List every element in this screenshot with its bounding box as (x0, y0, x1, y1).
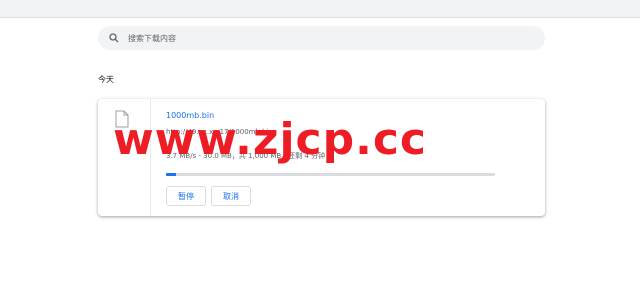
download-progress-fill (166, 173, 176, 176)
cancel-button[interactable]: 取消 (211, 186, 251, 206)
date-section-title: 今天 (98, 75, 114, 84)
search-bar[interactable]: 搜索下载内容 (98, 26, 545, 50)
watermark-text: www.zjcp.cc (113, 114, 427, 165)
pause-button[interactable]: 暂停 (166, 186, 206, 206)
download-progress-bar (166, 173, 495, 176)
top-bar (0, 0, 640, 18)
search-input[interactable]: 搜索下载内容 (128, 33, 176, 44)
search-icon (107, 31, 121, 45)
